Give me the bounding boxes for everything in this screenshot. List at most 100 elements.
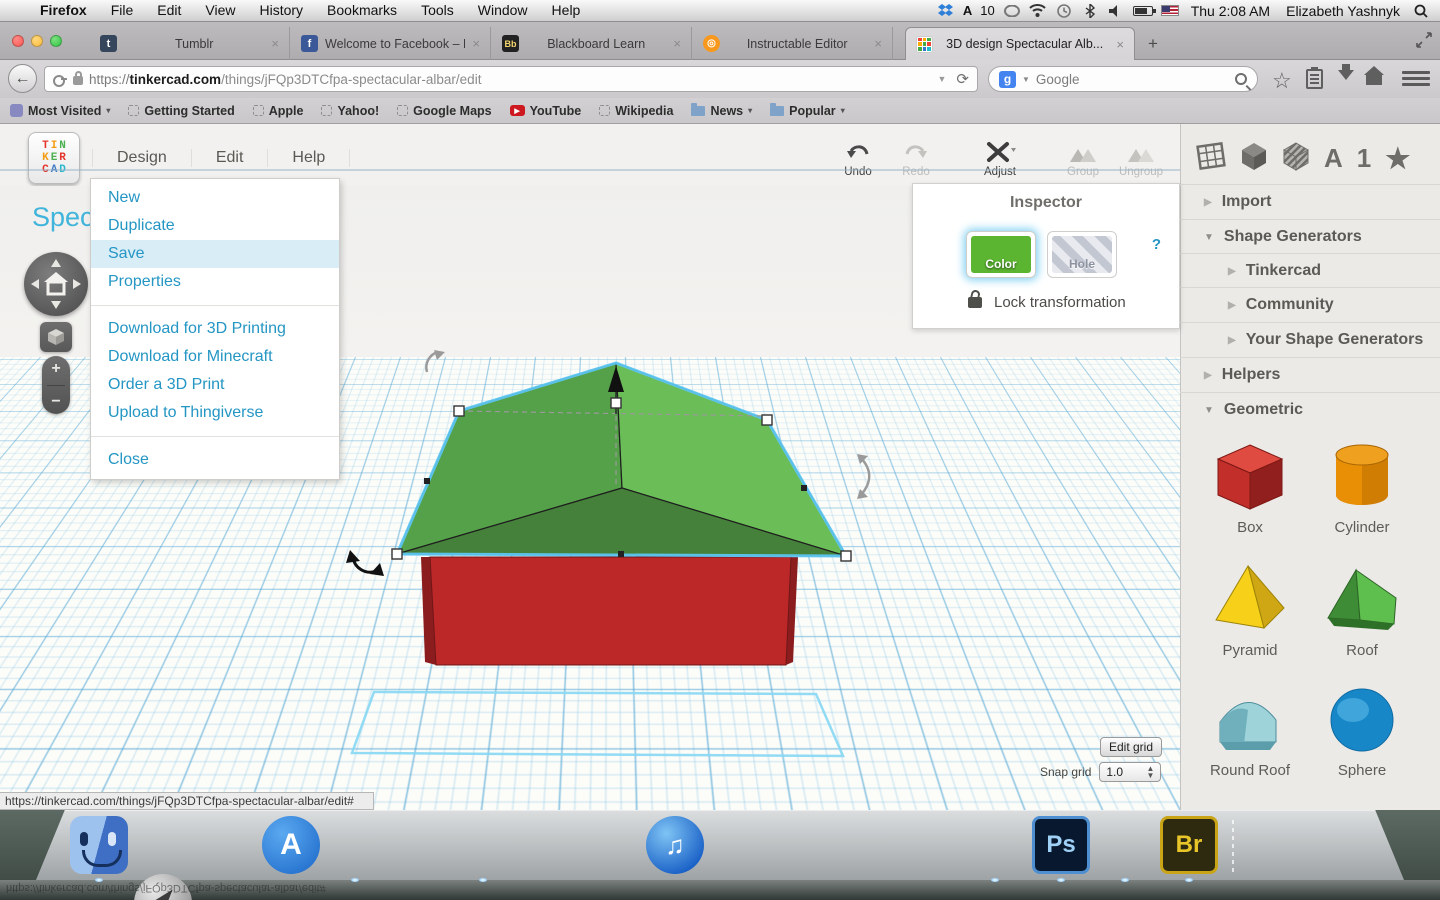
spotlight-icon[interactable] [1412,3,1430,19]
bookmark-star-icon[interactable]: ☆ [1272,68,1292,94]
tinkercad-menu-edit[interactable]: Edit [192,149,269,167]
downloads-icon[interactable] [1338,70,1354,88]
menu-item-upload-thingiverse[interactable]: Upload to Thingiverse [91,399,339,427]
menu-bar-user[interactable]: Elizabeth Yashnyk [1282,3,1404,19]
home-icon[interactable] [1366,75,1382,85]
menu-bar-clock[interactable]: Thu 2:08 AM [1187,3,1274,19]
text-tool-icon[interactable]: A [1324,143,1343,174]
back-button[interactable]: ← [8,64,37,93]
bluetooth-icon[interactable] [1081,3,1099,19]
shape-box[interactable]: Box [1194,437,1306,536]
sidebar-section-community[interactable]: ▶ Community [1180,287,1440,322]
orb-home-icon[interactable] [44,272,68,294]
red-box-front-face[interactable] [430,557,791,665]
corner-handle-front-right[interactable] [841,551,851,561]
bridge-dock-icon[interactable]: Br [1160,816,1218,874]
view-navigation-orb[interactable] [24,252,88,316]
tab-close-icon[interactable]: × [1116,37,1124,52]
wifi-icon[interactable] [1029,3,1047,19]
shape-sphere[interactable]: Sphere [1306,680,1418,779]
tab-close-icon[interactable]: × [673,36,681,51]
bookmarks-panel-icon[interactable] [1306,69,1323,89]
menu-view[interactable]: View [193,0,247,21]
orb-right-arrow[interactable] [73,279,81,289]
menu-item-download-3d-printing[interactable]: Download for 3D Printing [91,315,339,343]
menu-item-duplicate[interactable]: Duplicate [91,212,339,240]
stepper-arrows-icon[interactable]: ▲▼ [1146,765,1154,779]
new-tab-button[interactable]: + [1148,34,1158,54]
menu-item-properties[interactable]: Properties [91,268,339,296]
edit-grid-button[interactable]: Edit grid [1100,737,1162,757]
mid-handle-bottom[interactable] [618,551,624,557]
sidebar-section-shape-generators[interactable]: ▼ Shape Generators [1180,219,1440,254]
tab-tumblr[interactable]: t Tumblr × [90,27,290,60]
search-icon[interactable] [1235,73,1247,85]
adjust-button[interactable]: Adjust [972,138,1028,178]
bookmark-getting-started[interactable]: Getting Started [128,104,234,118]
mid-handle-right[interactable] [801,485,807,491]
menu-item-close[interactable]: Close [91,446,339,474]
window-minimize-button[interactable] [31,35,43,47]
menu-firefox[interactable]: Firefox [28,0,99,21]
orb-up-arrow[interactable] [51,259,61,267]
tab-facebook[interactable]: f Welcome to Facebook – L... × [291,27,491,60]
reload-icon[interactable]: ⟳ [956,70,969,88]
sidebar-section-your-shape-generators[interactable]: ▶ Your Shape Generators [1180,322,1440,357]
redo-button[interactable]: Redo [888,138,944,178]
rotate-arrow-right[interactable] [857,454,869,499]
rotate-arrow-left[interactable] [346,550,384,576]
ungroup-button[interactable]: Ungroup [1113,138,1169,178]
window-close-button[interactable] [12,35,24,47]
zoom-in-button[interactable]: + [51,360,60,378]
search-bar[interactable]: g ▼ Google [988,66,1258,92]
menu-item-new[interactable]: New [91,184,339,212]
battery-icon[interactable] [1133,6,1153,16]
bookmark-apple[interactable]: Apple [253,104,304,118]
lock-transformation-toggle[interactable]: Lock transformation [968,294,1126,311]
mid-handle-left[interactable] [424,478,430,484]
sidebar-section-helpers[interactable]: ▶ Helpers [1180,357,1440,392]
fullscreen-icon[interactable] [1416,32,1432,51]
hole-swatch-button[interactable]: Hole [1047,231,1117,278]
number-tool-icon[interactable]: 1 [1357,143,1371,174]
height-handle-square[interactable] [611,398,621,408]
window-zoom-button[interactable] [50,35,62,47]
menu-file[interactable]: File [99,0,146,21]
bookmark-popular-folder[interactable]: Popular▾ [770,104,845,118]
bookmark-youtube[interactable]: ▶YouTube [510,104,582,118]
sidebar-section-geometric[interactable]: ▼ Geometric [1180,392,1440,427]
time-machine-icon[interactable] [1055,3,1073,19]
tinkercad-logo[interactable]: TIN KER CAD [28,132,80,184]
orb-down-arrow[interactable] [51,301,61,309]
adobe-icon[interactable]: A [963,3,972,18]
corner-handle-front-left[interactable] [392,549,402,559]
dropbox-icon[interactable] [937,3,955,19]
menu-window[interactable]: Window [466,0,540,21]
google-engine-icon[interactable]: g [999,71,1016,88]
solid-cube-icon[interactable] [1240,141,1268,176]
menu-item-order-3d-print[interactable]: Order a 3D Print [91,371,339,399]
home-view-button[interactable] [40,322,72,352]
corner-handle-back-left[interactable] [454,406,464,416]
tab-close-icon[interactable]: × [271,36,279,51]
menu-item-download-minecraft[interactable]: Download for Minecraft [91,343,339,371]
bookmark-wikipedia[interactable]: Wikipedia [599,104,673,118]
menu-help[interactable]: Help [540,0,593,21]
menu-edit[interactable]: Edit [145,0,193,21]
inspector-help-button[interactable]: ? [1152,236,1161,253]
tinkercad-menu-help[interactable]: Help [268,149,350,167]
corner-handle-back-right[interactable] [762,415,772,425]
tinkercad-menu-design[interactable]: Design [92,149,192,167]
undo-button[interactable]: Undo [830,138,886,178]
bookmark-google-maps[interactable]: Google Maps [397,104,491,118]
photoshop-dock-icon[interactable]: Ps [1032,816,1090,874]
creative-cloud-icon[interactable] [1003,3,1021,19]
snap-grid-select[interactable]: 1.0 ▲▼ [1099,762,1161,782]
volume-icon[interactable] [1107,3,1125,19]
shape-roof[interactable]: Roof [1306,560,1418,659]
bookmark-most-visited[interactable]: Most Visited▾ [10,104,110,118]
shape-pyramid[interactable]: Pyramid [1194,560,1306,659]
sidebar-section-import[interactable]: ▶ Import [1180,184,1440,219]
tab-tinkercad-active[interactable]: 3D design Spectacular Alb... × [905,27,1135,60]
engine-dropdown-icon[interactable]: ▼ [1022,75,1030,84]
